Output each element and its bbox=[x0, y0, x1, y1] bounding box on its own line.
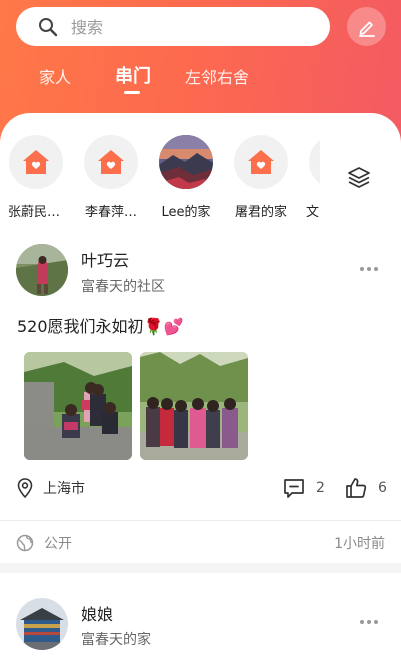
story-item[interactable]: 文 bbox=[298, 135, 320, 220]
post-location[interactable]: 上海市 bbox=[16, 478, 85, 498]
story-name: Lee的家 bbox=[161, 205, 211, 220]
feed-panel: 张蔚民… 李春萍… Lee的家 屠君的家 文 叶巧云 富春天的社区 520愿我们… bbox=[0, 113, 401, 660]
avatar-photo bbox=[16, 598, 68, 650]
group-photo bbox=[24, 352, 132, 460]
post-time: 1小时前 bbox=[334, 536, 385, 552]
comment-count: 2 bbox=[316, 480, 325, 496]
compose-button[interactable] bbox=[347, 7, 386, 46]
like-button[interactable]: 6 bbox=[345, 477, 387, 499]
story-item[interactable]: 屠君的家 bbox=[223, 135, 299, 220]
group-photo bbox=[140, 352, 248, 460]
story-name: 文 bbox=[306, 205, 320, 220]
post-text: 520愿我们永如初🌹💕 bbox=[17, 313, 183, 337]
more-icon[interactable] bbox=[359, 619, 379, 625]
tab-neighbors[interactable]: 左邻右舍 bbox=[185, 64, 249, 88]
story-avatar bbox=[309, 135, 320, 189]
more-icon[interactable] bbox=[359, 266, 379, 272]
house-icon bbox=[23, 150, 49, 174]
story-item[interactable]: 张蔚民… bbox=[0, 135, 74, 220]
pen-icon bbox=[358, 21, 375, 37]
story-avatar bbox=[234, 135, 288, 189]
tab-family[interactable]: 家人 bbox=[39, 64, 71, 88]
comment-icon bbox=[284, 479, 304, 498]
post-photo[interactable] bbox=[24, 352, 132, 460]
house-icon bbox=[98, 150, 124, 174]
tab-active-indicator bbox=[124, 91, 140, 94]
search-bar[interactable] bbox=[16, 7, 330, 46]
like-count: 6 bbox=[378, 480, 387, 496]
search-input[interactable] bbox=[71, 15, 311, 39]
story-avatar bbox=[84, 135, 138, 189]
house-icon bbox=[248, 150, 274, 174]
comment-button[interactable]: 2 bbox=[283, 477, 325, 499]
story-name: 屠君的家 bbox=[234, 205, 287, 220]
tab-bar: 家人 串门 左邻右舍 bbox=[0, 60, 401, 100]
section-separator bbox=[0, 563, 401, 573]
avatar[interactable] bbox=[16, 598, 68, 650]
layers-icon[interactable] bbox=[346, 165, 372, 191]
landscape-photo bbox=[159, 135, 213, 189]
visibility-label: 公开 bbox=[44, 536, 72, 552]
story-item[interactable]: Lee的家 bbox=[148, 135, 224, 220]
post-author[interactable]: 叶巧云 bbox=[81, 247, 129, 271]
location-pin-icon bbox=[17, 478, 33, 498]
story-strip: 张蔚民… 李春萍… Lee的家 屠君的家 文 bbox=[0, 135, 320, 225]
post-community: 富春天的家 bbox=[81, 632, 151, 648]
post-author[interactable]: 娘娘 bbox=[81, 601, 113, 625]
story-name: 李春萍… bbox=[84, 205, 137, 220]
post-visibility: 公开 bbox=[16, 533, 72, 553]
story-item[interactable]: 李春萍… bbox=[73, 135, 149, 220]
avatar-photo bbox=[16, 244, 68, 296]
post-community: 富春天的社区 bbox=[81, 279, 165, 295]
story-name: 张蔚民… bbox=[7, 205, 60, 220]
story-avatar bbox=[159, 135, 213, 189]
thumbs-up-icon bbox=[346, 478, 367, 498]
tab-visit[interactable]: 串门 bbox=[115, 62, 151, 88]
post-photo[interactable] bbox=[140, 352, 248, 460]
divider bbox=[0, 520, 401, 521]
avatar[interactable] bbox=[16, 244, 68, 296]
search-icon bbox=[39, 18, 58, 37]
globe-icon bbox=[16, 534, 34, 552]
location-label: 上海市 bbox=[43, 481, 85, 497]
post-text-content: 520愿我们永如初🌹💕 bbox=[17, 317, 184, 336]
story-avatar bbox=[9, 135, 63, 189]
